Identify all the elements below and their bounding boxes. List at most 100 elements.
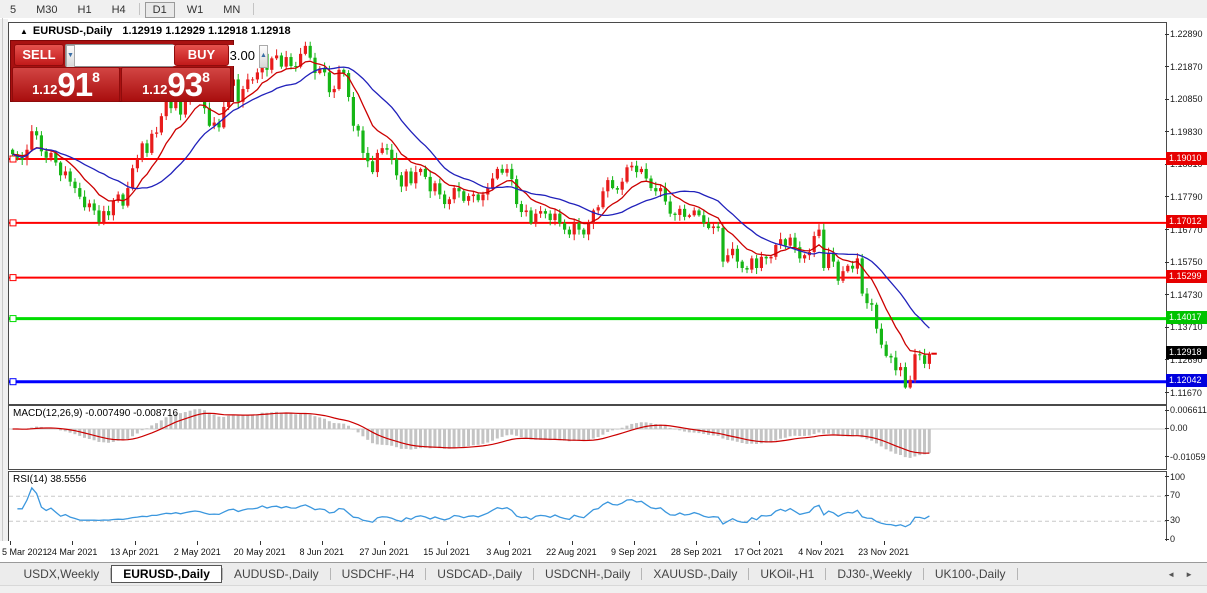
candle bbox=[693, 207, 696, 216]
candle bbox=[630, 162, 633, 171]
chart-tab-UKOil-H1[interactable]: UKOil-,H1 bbox=[749, 566, 825, 583]
timeframe-button-H4[interactable]: H4 bbox=[104, 2, 134, 18]
chart-tab-UK100-Daily[interactable]: UK100-,Daily bbox=[924, 566, 1017, 583]
macd-bar bbox=[189, 411, 192, 429]
candle bbox=[712, 223, 715, 234]
time-axis-label: 9 Sep 2021 bbox=[611, 547, 657, 557]
tabs-scroll-left-icon[interactable]: ◄ bbox=[1167, 570, 1185, 579]
macd-bar bbox=[793, 429, 796, 436]
candle bbox=[505, 164, 508, 176]
candle bbox=[669, 196, 672, 217]
macd-bar bbox=[678, 429, 681, 430]
price-level-label: 1.15299 bbox=[1166, 270, 1207, 283]
rsi-indicator-panel[interactable] bbox=[8, 471, 1167, 542]
macd-indicator-panel[interactable] bbox=[8, 405, 1167, 470]
volume-input[interactable] bbox=[75, 45, 259, 66]
price-axis-tick bbox=[1165, 392, 1169, 393]
candle bbox=[885, 341, 888, 357]
macd-bar bbox=[347, 426, 350, 429]
chart-tab-XAUUSD-Daily[interactable]: XAUUSD-,Daily bbox=[642, 566, 748, 583]
macd-bar bbox=[472, 429, 475, 445]
macd-axis-label: 0.00 bbox=[1170, 423, 1188, 433]
candle bbox=[913, 349, 916, 383]
price-axis-label: 1.22890 bbox=[1170, 29, 1203, 39]
macd-bar bbox=[491, 429, 494, 441]
time-axis-tick bbox=[759, 541, 760, 545]
macd-bar bbox=[827, 429, 830, 434]
level-line-anchor bbox=[10, 316, 16, 322]
buy-price-prefix: 1.12 bbox=[142, 82, 167, 97]
chart-tab-USDCAD-Daily[interactable]: USDCAD-,Daily bbox=[426, 566, 533, 583]
macd-bar bbox=[769, 429, 772, 442]
time-axis-tick bbox=[384, 541, 385, 545]
macd-bar bbox=[184, 412, 187, 429]
price-axis-label: 1.15750 bbox=[1170, 257, 1203, 267]
chart-tab-USDCNH-Daily[interactable]: USDCNH-,Daily bbox=[534, 566, 641, 583]
time-axis-label: 24 Mar 2021 bbox=[47, 547, 98, 557]
candle bbox=[304, 42, 307, 56]
chart-tab-EURUSD-Daily[interactable]: EURUSD-,Daily bbox=[111, 565, 222, 583]
macd-bar bbox=[270, 412, 273, 429]
candle bbox=[361, 126, 364, 159]
time-axis-label: 13 Apr 2021 bbox=[110, 547, 159, 557]
candle bbox=[784, 238, 787, 249]
buy-button[interactable]: BUY bbox=[174, 44, 229, 66]
chart-tab-USDCHF-H4[interactable]: USDCHF-,H4 bbox=[331, 566, 426, 583]
ma-fast-line bbox=[13, 61, 930, 354]
macd-bar bbox=[193, 409, 196, 429]
timeframe-toolbar: 5M30 H1H4 D1W1MN bbox=[0, 0, 1207, 19]
candle bbox=[702, 209, 705, 227]
time-axis-tick bbox=[447, 541, 448, 545]
macd-bar bbox=[400, 429, 403, 449]
buy-price-display[interactable]: 1.12 93 8 bbox=[121, 67, 231, 102]
macd-bar bbox=[333, 423, 336, 429]
time-axis-tick bbox=[10, 541, 11, 545]
macd-bar bbox=[669, 428, 672, 429]
candle bbox=[131, 165, 134, 191]
sell-button[interactable]: SELL bbox=[14, 44, 64, 66]
timeframe-button-D1[interactable]: D1 bbox=[145, 2, 175, 18]
macd-bar bbox=[304, 414, 307, 429]
chart-tab-AUDUSD-Daily[interactable]: AUDUSD-,Daily bbox=[223, 566, 330, 583]
candle bbox=[318, 66, 321, 74]
macd-bar bbox=[505, 429, 508, 435]
time-axis-label: 17 Oct 2021 bbox=[734, 547, 783, 557]
macd-bar bbox=[54, 429, 57, 430]
candle bbox=[381, 143, 384, 155]
candle bbox=[520, 201, 523, 217]
chart-tab-USDX-Weekly[interactable]: USDX,Weekly bbox=[12, 566, 110, 583]
candle bbox=[909, 376, 912, 389]
timeframe-button-M30[interactable]: M30 bbox=[28, 2, 65, 18]
macd-bar bbox=[909, 429, 912, 458]
macd-bar bbox=[457, 429, 460, 447]
collapse-triangle-icon[interactable]: ▲ bbox=[20, 27, 28, 36]
volume-decrease-icon[interactable]: ▼ bbox=[66, 45, 75, 68]
macd-bar bbox=[880, 429, 883, 446]
macd-bar bbox=[894, 429, 897, 454]
candle bbox=[616, 186, 619, 194]
candle bbox=[294, 62, 297, 72]
macd-bar bbox=[606, 429, 609, 432]
macd-bar bbox=[424, 429, 427, 448]
candle bbox=[568, 226, 571, 237]
macd-axis-tick bbox=[1165, 428, 1169, 429]
sell-price-display[interactable]: 1.12 91 8 bbox=[12, 67, 120, 102]
rsi-axis-tick bbox=[1165, 539, 1169, 540]
macd-bar bbox=[865, 429, 868, 439]
tabs-scroll-right-icon[interactable]: ► bbox=[1185, 570, 1203, 579]
macd-bar bbox=[433, 429, 436, 448]
macd-bar bbox=[597, 429, 600, 437]
candle bbox=[88, 200, 91, 212]
macd-bar bbox=[765, 429, 768, 443]
timeframe-button-W1[interactable]: W1 bbox=[179, 2, 212, 18]
timeframe-button-5[interactable]: 5 bbox=[2, 2, 24, 18]
time-axis-tick bbox=[572, 541, 573, 545]
candle bbox=[765, 255, 768, 264]
timeframe-button-H1[interactable]: H1 bbox=[70, 2, 100, 18]
price-axis-label: 1.20850 bbox=[1170, 94, 1203, 104]
timeframe-button-MN[interactable]: MN bbox=[215, 2, 248, 18]
macd-axis-tick bbox=[1165, 410, 1169, 411]
chart-tab-DJ30-Weekly[interactable]: DJ30-,Weekly bbox=[826, 566, 922, 583]
volume-increase-icon[interactable]: ▲ bbox=[259, 45, 268, 68]
macd-bar bbox=[213, 415, 216, 429]
